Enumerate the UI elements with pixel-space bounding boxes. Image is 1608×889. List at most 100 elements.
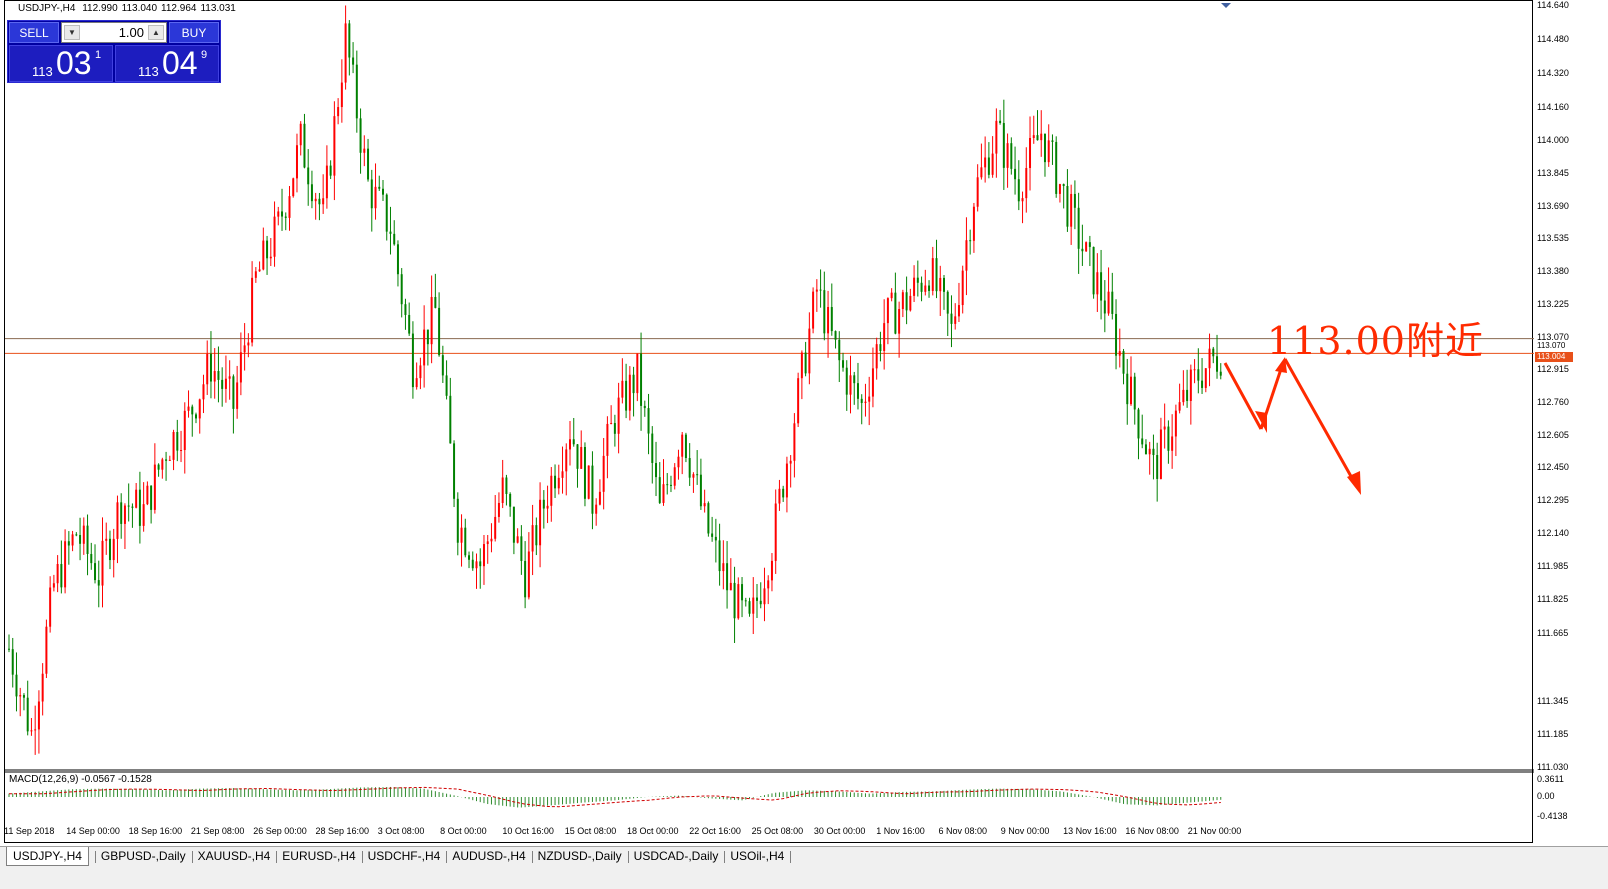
candle-body <box>273 216 276 257</box>
lot-increase-icon[interactable]: ▲ <box>148 25 164 40</box>
candle-body <box>827 307 830 334</box>
x-tick-label: 28 Sep 16:00 <box>315 826 370 836</box>
chart-tabs-bar: USDJPY-,H4 GBPUSD-,Daily XAUUSD-,H4 EURUSD-… <box>0 846 1608 867</box>
candle-body <box>565 449 568 472</box>
tab-gbpusd-daily[interactable]: GBPUSD-,Daily <box>101 847 186 866</box>
candle-body <box>475 561 478 569</box>
candle-body <box>45 626 48 674</box>
tab-usdchf-h4[interactable]: USDCHF-,H4 <box>368 847 441 866</box>
candle-body <box>299 123 302 146</box>
candle-body <box>1032 135 1035 138</box>
candle-body <box>1133 376 1136 410</box>
candle-body <box>64 541 67 588</box>
lot-decrease-icon[interactable]: ▼ <box>64 25 80 40</box>
candle-body <box>965 240 968 271</box>
candle-body <box>613 423 616 434</box>
candle-body <box>1212 348 1215 357</box>
candle-body <box>991 153 994 175</box>
candle-body <box>101 540 104 586</box>
tab-audusd-h4[interactable]: AUDUSD-,H4 <box>452 847 525 866</box>
candle-body <box>1167 426 1170 451</box>
candle-body <box>1029 137 1032 169</box>
candle-body <box>97 580 100 586</box>
candle-body <box>860 398 863 404</box>
candle-body <box>277 211 280 217</box>
sell-price-box[interactable]: 113 03 1 <box>9 45 113 82</box>
symbol-timeframe: USDJPY-,H4 <box>18 3 76 14</box>
tab-nzdusd-daily[interactable]: NZDUSD-,Daily <box>538 847 622 866</box>
candle-body <box>561 471 564 478</box>
candle-body <box>438 307 441 356</box>
candle-body <box>733 582 736 619</box>
candle-body <box>153 464 156 510</box>
tab-usdcad-daily[interactable]: USDCAD-,Daily <box>634 847 719 866</box>
candle-body <box>258 269 261 272</box>
y-tick-label: 111.030 <box>1537 762 1569 772</box>
candle-body <box>120 502 123 524</box>
tab-eurusd-h4[interactable]: EURUSD-,H4 <box>282 847 355 866</box>
candle-body <box>741 584 744 601</box>
buy-price-box[interactable]: 113 04 9 <box>115 45 219 82</box>
candle-body <box>583 447 586 499</box>
tab-usdjpy-h4[interactable]: USDJPY-,H4 <box>6 847 89 866</box>
candle-body <box>879 344 882 351</box>
sell-price-main: 03 <box>56 45 92 81</box>
candle-body <box>1111 291 1114 314</box>
candle-body <box>894 292 897 334</box>
tab-separator <box>276 851 278 863</box>
y-tick-label: 114.160 <box>1537 101 1569 112</box>
candle-body <box>1077 207 1080 249</box>
lot-size-field[interactable]: ▼ 1.00 ▲ <box>61 22 167 43</box>
tab-usoil-h4[interactable]: USOil-,H4 <box>730 847 784 866</box>
y-tick-label: 111.985 <box>1537 560 1569 571</box>
candle-body <box>1189 369 1192 401</box>
candle-body <box>232 376 235 409</box>
x-tick-label: 16 Nov 08:00 <box>1125 826 1179 836</box>
chart-window[interactable] <box>4 0 1534 844</box>
candle-body <box>266 240 269 259</box>
candle-body <box>632 374 635 394</box>
y-tick-label: 111.345 <box>1537 695 1569 706</box>
candle-body <box>1204 368 1207 388</box>
x-tick-label: 30 Oct 00:00 <box>813 826 866 836</box>
candle-body <box>1216 356 1219 372</box>
lot-size-value[interactable]: 1.00 <box>119 25 144 40</box>
candle-body <box>116 502 119 539</box>
candle-body <box>486 541 489 545</box>
candle-body <box>1021 198 1024 202</box>
candle-body <box>1130 376 1132 405</box>
candle-body <box>1193 369 1196 371</box>
y-tick-label: 113.690 <box>1537 200 1569 211</box>
x-tick-label: 18 Sep 16:00 <box>128 826 183 836</box>
x-tick-label: 3 Oct 08:00 <box>377 826 425 836</box>
candle-body <box>793 423 796 461</box>
candle-body <box>127 505 130 507</box>
candle-body <box>1115 313 1118 356</box>
candle-body <box>1118 351 1121 356</box>
price-chart[interactable] <box>5 1 1534 844</box>
y-tick-label: 112.605 <box>1537 429 1569 440</box>
x-tick-label: 21 Sep 08:00 <box>190 826 245 836</box>
candle-body <box>460 527 463 543</box>
candle-body <box>269 256 272 259</box>
candle-body <box>677 456 680 468</box>
x-tick-label: 8 Oct 00:00 <box>440 826 487 836</box>
candle-body <box>1043 133 1046 163</box>
candle-body <box>292 178 295 197</box>
candle-body <box>1055 141 1058 194</box>
candle-body <box>187 406 190 411</box>
candle-body <box>815 289 818 292</box>
candle-body <box>1152 448 1155 456</box>
candle-body <box>1085 242 1088 252</box>
buy-button[interactable]: BUY <box>169 22 219 43</box>
sell-button[interactable]: SELL <box>9 22 59 43</box>
candle-body <box>1208 348 1211 369</box>
candle-body <box>763 588 766 605</box>
y-tick-label: 114.480 <box>1537 34 1569 45</box>
candle-body <box>213 370 216 382</box>
candle-body <box>138 489 141 526</box>
candle-body <box>352 57 355 65</box>
tab-xauusd-h4[interactable]: XAUUSD-,H4 <box>198 847 271 866</box>
candle-body <box>875 344 878 369</box>
candle-body <box>797 378 800 424</box>
